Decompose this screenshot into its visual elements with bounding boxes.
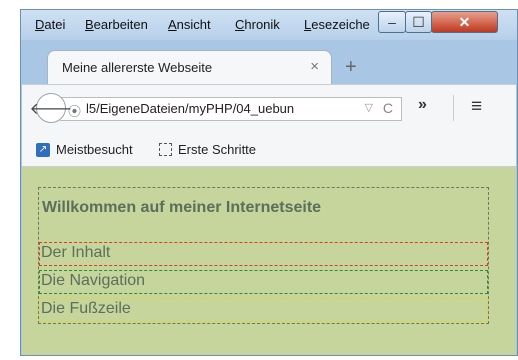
maximize-icon: ☐ bbox=[412, 13, 425, 30]
page-wrapper: Willkommen auf meiner Internetseite Der … bbox=[38, 187, 489, 324]
section-fusszeile: Die Fußzeile bbox=[39, 298, 488, 322]
minimize-button[interactable]: – bbox=[378, 11, 406, 33]
menu-ansicht[interactable]: Ansicht bbox=[168, 17, 211, 32]
bookmark-label: Meistbesucht bbox=[56, 142, 133, 157]
page-header: Willkommen auf meiner Internetseite bbox=[39, 188, 488, 229]
menu-datei[interactable]: Datei bbox=[35, 17, 65, 32]
most-visited-icon: ↗ bbox=[36, 142, 50, 157]
bookmark-meistbesucht[interactable]: ↗ Meistbesucht bbox=[36, 142, 133, 157]
tab-close-icon[interactable]: × bbox=[310, 58, 319, 75]
window-controls: – ☐ ✕ bbox=[378, 11, 500, 35]
close-icon: ✕ bbox=[458, 13, 471, 30]
new-tab-icon[interactable]: + bbox=[345, 56, 357, 79]
menu-bar: Datei Bearbeiten Ansicht Chronik Lesezei… bbox=[21, 10, 517, 40]
tab-title: Meine allererste Webseite bbox=[62, 60, 213, 75]
section-label: Die Navigation bbox=[41, 272, 146, 289]
section-label: Der Inhalt bbox=[41, 244, 111, 261]
bookmark-label: Erste Schritte bbox=[178, 142, 257, 157]
minimize-icon: – bbox=[388, 14, 396, 30]
close-button[interactable]: ✕ bbox=[431, 11, 498, 33]
page-content: Willkommen auf meiner Internetseite Der … bbox=[22, 167, 516, 355]
section-label: Die Fußzeile bbox=[41, 300, 131, 317]
section-navigation: Die Navigation bbox=[39, 270, 488, 294]
page-heading: Willkommen auf meiner Internetseite bbox=[42, 199, 322, 216]
hamburger-menu-icon[interactable]: ≡ bbox=[471, 96, 482, 118]
menu-lesezeichen[interactable]: Lesezeiche bbox=[304, 17, 370, 32]
menu-chronik[interactable]: Chronik bbox=[235, 17, 280, 32]
overflow-icon[interactable]: » bbox=[418, 96, 427, 114]
menu-bearbeiten[interactable]: Bearbeiten bbox=[85, 17, 148, 32]
maximize-button[interactable]: ☐ bbox=[405, 11, 432, 33]
url-text: l5/EigeneDateien/myPHP/04_uebun bbox=[86, 101, 295, 116]
toolbar-separator bbox=[453, 95, 454, 121]
first-steps-icon bbox=[159, 143, 172, 156]
navigation-bar: ⦿ l5/EigeneDateien/myPHP/04_uebun ▽ C 🡐 … bbox=[22, 84, 516, 133]
history-dropdown-icon[interactable]: ▽ bbox=[365, 101, 373, 114]
url-bar[interactable]: ⦿ l5/EigeneDateien/myPHP/04_uebun ▽ C bbox=[60, 97, 402, 121]
tab-active[interactable]: Meine allererste Webseite × bbox=[47, 50, 332, 84]
back-button[interactable]: 🡐 bbox=[30, 93, 72, 123]
section-inhalt: Der Inhalt bbox=[39, 242, 488, 266]
back-arrow-icon: 🡐 bbox=[29, 100, 73, 118]
browser-window: Datei Bearbeiten Ansicht Chronik Lesezei… bbox=[20, 9, 518, 356]
bookmark-erste-schritte[interactable]: Erste Schritte bbox=[159, 142, 256, 157]
bookmarks-toolbar: ↗ Meistbesucht Erste Schritte bbox=[22, 133, 516, 167]
reload-icon[interactable]: C bbox=[383, 100, 393, 116]
